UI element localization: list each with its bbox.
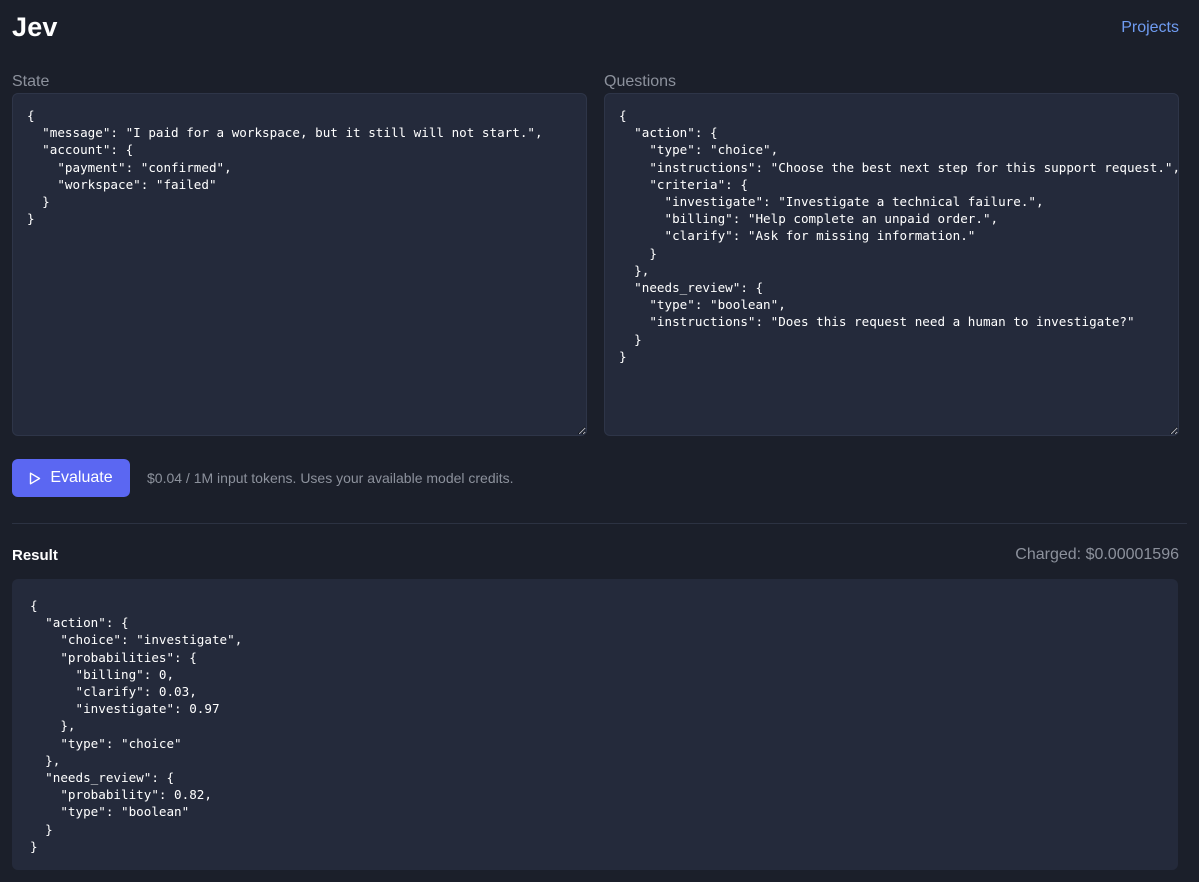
app-title: Jev (12, 12, 58, 42)
pricing-note: $0.04 / 1M input tokens. Uses your avail… (147, 470, 514, 486)
app-root: Jev Projects State { "message": "I paid … (0, 0, 1199, 882)
result-output: { "action": { "choice": "investigate", "… (12, 579, 1178, 870)
section-divider (12, 523, 1187, 524)
evaluate-button-label: Evaluate (50, 469, 113, 486)
questions-label: Questions (604, 73, 677, 90)
state-label: State (12, 73, 50, 90)
charged-amount: Charged: $0.00001596 (1015, 546, 1179, 563)
state-editor[interactable]: { "message": "I paid for a workspace, bu… (12, 93, 587, 436)
result-heading: Result (12, 547, 58, 564)
questions-editor[interactable]: { "action": { "type": "choice", "instruc… (604, 93, 1179, 436)
play-icon (29, 472, 41, 485)
projects-link[interactable]: Projects (1121, 19, 1179, 37)
evaluate-button[interactable]: Evaluate (12, 459, 130, 497)
